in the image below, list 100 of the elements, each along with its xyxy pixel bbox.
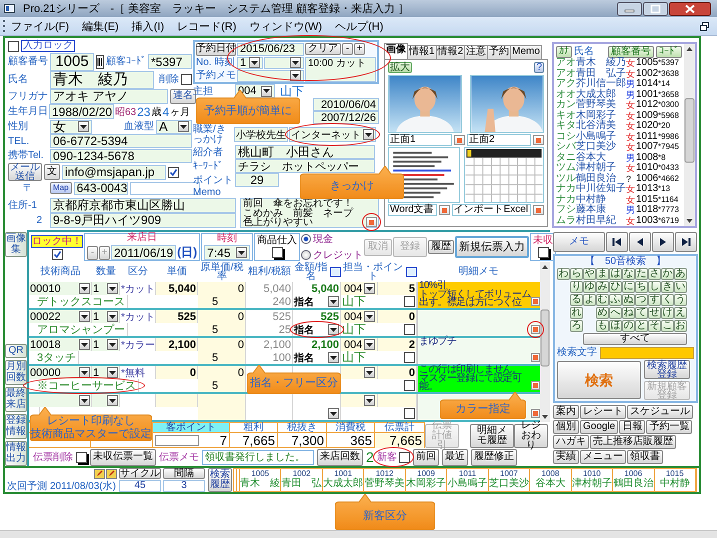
memo-history-button[interactable]: 明細メモ履歴: [470, 424, 514, 448]
kana-key[interactable]: い: [674, 281, 687, 293]
kana-key[interactable]: ひ: [609, 281, 622, 293]
gender-dropdown[interactable]: 女: [50, 120, 92, 134]
staff-dropdown[interactable]: 004: [342, 338, 378, 351]
kana-key[interactable]: か: [661, 268, 674, 280]
side-tab[interactable]: 情報出力: [5, 441, 27, 466]
kana-sort-button[interactable]: ｶﾅ: [556, 46, 572, 58]
step-button[interactable]: -: [342, 43, 353, 55]
step-button[interactable]: +: [354, 43, 365, 55]
kana-key[interactable]: れ: [570, 307, 583, 319]
all-button[interactable]: すべて: [583, 333, 687, 345]
kana-key[interactable]: さ: [648, 268, 661, 280]
item-code-dropdown[interactable]: 00022: [29, 310, 92, 323]
kana-key[interactable]: つ: [635, 294, 648, 306]
kana-key[interactable]: み: [596, 281, 609, 293]
kana-key[interactable]: め: [596, 307, 609, 319]
tool-button[interactable]: Google: [580, 420, 618, 434]
item-code-dropdown[interactable]: 10018: [29, 338, 92, 351]
history-fix-button[interactable]: 履歴修正: [470, 448, 517, 466]
tool-button[interactable]: メニュー: [580, 450, 626, 464]
side-tab[interactable]: 画像集: [5, 232, 27, 257]
map-button[interactable]: Map: [50, 182, 72, 194]
tool-button[interactable]: スケジュール: [627, 405, 693, 419]
menu-item[interactable]: ヘルプ(H): [335, 18, 384, 34]
unpaid-list-button[interactable]: 未収伝票一覧: [90, 448, 156, 466]
kana-key[interactable]: の: [622, 320, 635, 332]
kana-key[interactable]: え: [674, 307, 687, 319]
cycle-button[interactable]: サイクル: [119, 468, 161, 479]
reservation-date-button[interactable]: 予約日付: [196, 42, 236, 56]
time-dropdown[interactable]: 7:45: [204, 245, 250, 260]
menu-item[interactable]: レコード(R): [177, 18, 236, 34]
nomination-dropdown[interactable]: 指名: [293, 351, 341, 364]
visit-count-button[interactable]: 来店回数: [317, 448, 363, 466]
menu-item[interactable]: 編集(E): [82, 18, 119, 34]
menu-item[interactable]: ファイル(F): [11, 18, 70, 34]
kana-key[interactable]: は: [609, 268, 622, 280]
kana-key[interactable]: よ: [583, 294, 596, 306]
kana-key[interactable]: て: [635, 307, 648, 319]
zoom-button[interactable]: 拡大: [388, 62, 412, 73]
menu-item[interactable]: 挿入(I): [132, 18, 164, 34]
send-mail-button[interactable]: メール送信: [8, 163, 42, 181]
kana-key[interactable]: ふ: [609, 294, 622, 306]
kana-key[interactable]: き: [661, 281, 674, 293]
tab[interactable]: 情報1: [407, 45, 437, 59]
kana-key[interactable]: ゆ: [583, 281, 596, 293]
kana-key[interactable]: ら: [570, 268, 583, 280]
tab[interactable]: 予約: [487, 45, 512, 59]
staff-dropdown[interactable]: 004: [342, 310, 378, 323]
code-sort-button[interactable]: ｺｰﾄﾞ: [656, 46, 682, 58]
kana-key[interactable]: ほ: [609, 320, 622, 332]
nomination-dropdown[interactable]: 指名: [293, 323, 341, 336]
tool-button[interactable]: 予約一覧: [646, 420, 692, 434]
tool-button[interactable]: 日報: [619, 420, 646, 434]
save-search-history-button[interactable]: 検索履歴登録: [644, 360, 690, 379]
search-history-button[interactable]: 検索履歴: [208, 468, 232, 492]
side-tab[interactable]: 月別回数: [5, 360, 27, 385]
number-dropdown[interactable]: 1: [237, 56, 263, 68]
help-button[interactable]: ?: [534, 62, 544, 73]
history-button[interactable]: 履歴: [428, 240, 454, 254]
menu-item[interactable]: ウィンドウ(W): [249, 18, 322, 34]
kana-key[interactable]: む: [596, 294, 609, 306]
kana-key[interactable]: り: [570, 281, 583, 293]
kana-key[interactable]: も: [596, 320, 609, 332]
kana-key[interactable]: お: [674, 320, 687, 332]
kana-key[interactable]: う: [674, 294, 687, 306]
clear-button[interactable]: クリア: [305, 43, 341, 55]
kana-key[interactable]: に: [622, 281, 635, 293]
tool-button[interactable]: 実績: [553, 450, 579, 464]
side-tab[interactable]: 登録情報: [5, 414, 27, 439]
staff-dropdown[interactable]: 004: [342, 282, 378, 295]
kana-key[interactable]: な: [622, 268, 635, 280]
joint-name-button[interactable]: 連名: [170, 88, 196, 104]
quantity-dropdown[interactable]: 1: [92, 366, 120, 379]
tool-button[interactable]: ハガキ: [553, 435, 589, 449]
tool-button[interactable]: 領収書: [627, 450, 663, 464]
side-tab[interactable]: QR: [5, 344, 27, 358]
kana-key[interactable]: ち: [635, 281, 648, 293]
text-button[interactable]: 文: [44, 164, 60, 180]
kana-key[interactable]: ろ: [570, 320, 583, 332]
recent-button[interactable]: 最近: [442, 448, 468, 466]
trigger-dropdown[interactable]: インターネット: [289, 127, 376, 142]
kana-key[interactable]: そ: [648, 320, 661, 332]
new-slip-button[interactable]: 新規伝票入力: [455, 236, 530, 258]
quantity-dropdown[interactable]: 1: [92, 338, 120, 351]
kana-key[interactable]: や: [583, 268, 596, 280]
number-sort-button[interactable]: 顧客番号: [608, 46, 654, 58]
tool-button[interactable]: レシート: [580, 405, 626, 419]
kana-key[interactable]: す: [648, 294, 661, 306]
memo-button[interactable]: メモ: [553, 232, 605, 252]
tab[interactable]: Memo: [510, 45, 542, 59]
tab[interactable]: 情報2: [436, 45, 466, 59]
tool-button[interactable]: 案内: [553, 405, 579, 419]
tool-button[interactable]: 個別: [553, 420, 579, 434]
kana-key[interactable]: ね: [622, 307, 635, 319]
kana-key[interactable]: け: [661, 307, 674, 319]
kana-key[interactable]: と: [635, 320, 648, 332]
nomination-dropdown[interactable]: 指名: [293, 295, 341, 308]
interval-button[interactable]: 間隔: [163, 468, 205, 479]
quantity-dropdown[interactable]: 1: [92, 282, 120, 295]
